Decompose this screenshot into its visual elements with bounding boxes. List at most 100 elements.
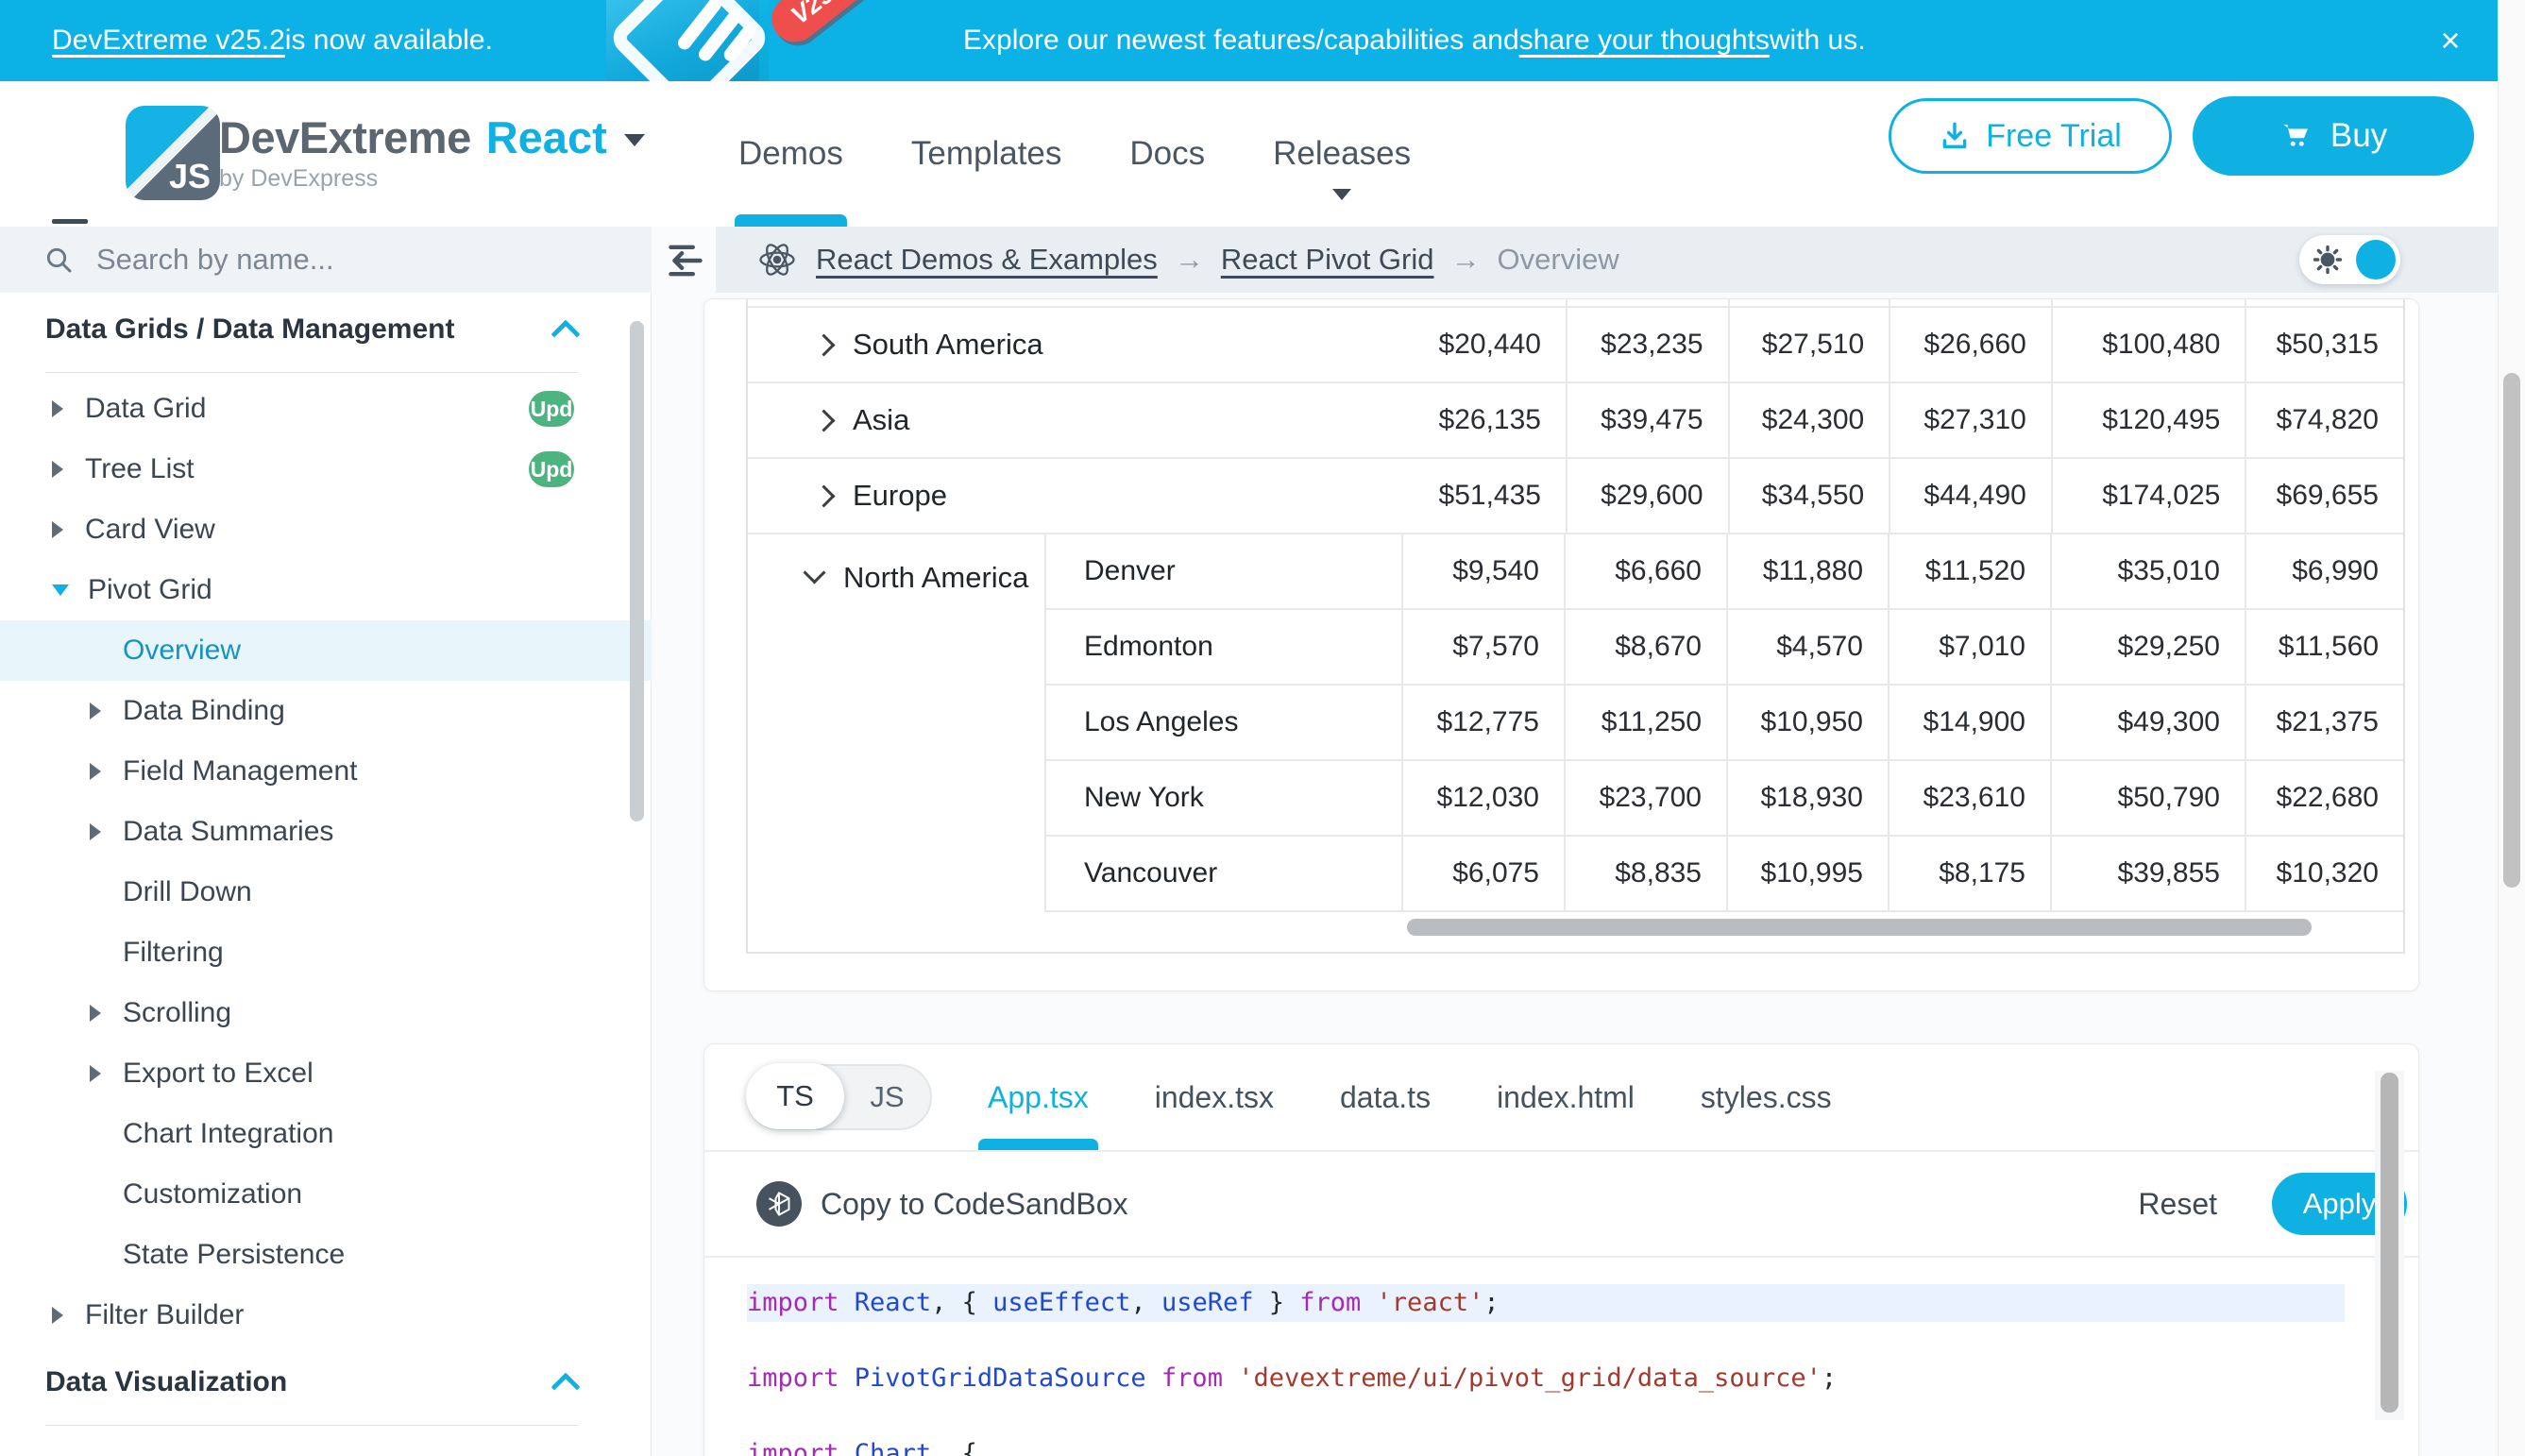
sidebar-scrollbar[interactable] [630, 321, 644, 821]
sidebar-group-header[interactable]: Data Visualization [0, 1346, 652, 1412]
banner-promo-post: with us. [1770, 25, 1866, 57]
sidebar-item-label: Field Management [123, 755, 357, 787]
sidebar-item-label: Export to Excel [123, 1058, 314, 1090]
pivot-value-spacer [1566, 299, 1728, 306]
chevron-right-icon[interactable] [812, 333, 835, 356]
code-editor[interactable]: import React, { useEffect, useRef } from… [704, 1258, 2418, 1456]
sidebar-item-card-view[interactable]: Card View [0, 499, 652, 560]
collapse-sidebar-icon[interactable] [665, 241, 706, 280]
sidebar-group-header[interactable]: Data Grids / Data Management [0, 293, 652, 359]
window-scrollbar-thumb[interactable] [2503, 373, 2520, 888]
code-tabbar: TS JS App.tsx index.tsx data.ts index.html s… [704, 1044, 2418, 1152]
code-panel-card: TS JS App.tsx index.tsx data.ts index.html s… [703, 1043, 2419, 1456]
sidebar-item-data-binding[interactable]: Data Binding [0, 681, 652, 741]
pivot-grid-demo-card: South America$20,440$23,235$27,510$26,66… [703, 298, 2419, 991]
active-nav-underline [735, 214, 847, 227]
code-token: import [747, 1439, 855, 1456]
banner-close-icon[interactable]: × [2429, 19, 2472, 62]
sidebar-item-scrolling[interactable]: Scrolling [0, 983, 652, 1043]
file-tab-App-tsx[interactable]: App.tsx [988, 1044, 1089, 1150]
breadcrumb-bar: React Demos & Examples→React Pivot Grid→… [716, 227, 2498, 293]
brand-subtitle: by DevExpress [219, 165, 645, 193]
nav-item-docs[interactable]: Docs [1129, 81, 1205, 227]
chevron-down-icon[interactable] [624, 134, 645, 146]
buy-button[interactable]: Buy [2193, 96, 2474, 176]
search-input[interactable] [94, 242, 551, 278]
app-header: JS DevExtreme React by DevExpress DemosT… [0, 81, 2498, 227]
sidebar-item-data-summaries[interactable]: Data Summaries [0, 802, 652, 862]
copy-to-codesandbox-label[interactable]: Copy to CodeSandBox [821, 1187, 1128, 1222]
file-tab-data-ts[interactable]: data.ts [1340, 1044, 1431, 1150]
chevron-down-icon[interactable] [803, 561, 825, 584]
pivot-region-cell[interactable]: Europe [748, 459, 1403, 533]
sidebar-item-label: Scrolling [123, 997, 231, 1029]
region-label: South America [853, 328, 1043, 362]
triangle-right-icon[interactable] [52, 1307, 63, 1324]
sidebar-item-pivot-grid[interactable]: Pivot Grid [0, 560, 652, 620]
pivot-region-cell[interactable]: South America [748, 308, 1403, 381]
js-toggle-option[interactable]: JS [844, 1080, 930, 1114]
sidebar-item-overview[interactable]: Overview [0, 620, 652, 681]
sidebar-item-customization[interactable]: Customization [0, 1164, 652, 1225]
triangle-right-icon[interactable] [90, 763, 101, 780]
nav-item-releases[interactable]: Releases [1273, 81, 1411, 227]
pivot-value-cell: $6,660 [1564, 534, 1726, 608]
breadcrumb-link[interactable]: React Pivot Grid [1221, 243, 1434, 277]
code-token: 'devextreme/ui/pivot_grid/data_source' [1238, 1363, 1822, 1393]
pivot-city-cell: Los Angeles [1046, 686, 1401, 759]
triangle-right-icon[interactable] [52, 461, 63, 478]
share-thoughts-link[interactable]: share your thoughts [1519, 25, 1770, 57]
triangle-right-icon[interactable] [90, 823, 101, 840]
triangle-right-icon[interactable] [90, 1065, 101, 1082]
triangle-right-icon[interactable] [90, 703, 101, 720]
code-token: ; [1483, 1288, 1499, 1317]
group-title: Data Grids / Data Management [45, 313, 454, 346]
sidebar-item-filter-builder[interactable]: Filter Builder [0, 1285, 652, 1346]
triangle-right-icon[interactable] [52, 400, 63, 417]
theme-toggle[interactable] [2299, 235, 2400, 284]
sidebar-item-chart-integration[interactable]: Chart Integration [0, 1104, 652, 1164]
sidebar-item-label: Tree List [85, 453, 195, 485]
sidebar-item-tree-list[interactable]: Tree ListUpd [0, 439, 652, 499]
free-trial-button[interactable]: Free Trial [1889, 98, 2172, 174]
file-tab-styles-css[interactable]: styles.css [1701, 1044, 1832, 1150]
framework-selector[interactable]: React [486, 111, 607, 163]
code-scrollbar-thumb[interactable] [2381, 1073, 2398, 1413]
sidebar-item-data-grid[interactable]: Data GridUpd [0, 379, 652, 439]
file-tab-index-tsx[interactable]: index.tsx [1155, 1044, 1274, 1150]
code-token: useEffect [992, 1288, 1130, 1317]
triangle-right-icon[interactable] [90, 1005, 101, 1022]
banner-promo-text: Explore our newest features/capabilities… [963, 0, 1866, 81]
nav-item-templates[interactable]: Templates [911, 81, 1062, 227]
sidebar-item-filtering[interactable]: Filtering [0, 923, 652, 983]
cart-icon [2279, 119, 2313, 153]
pivot-region-cell-expanded[interactable]: North America [748, 534, 1046, 912]
sidebar-item-label: Data Binding [123, 695, 285, 727]
region-label: North America [843, 561, 1028, 595]
pivot-region-cell[interactable]: Asia [748, 383, 1403, 457]
pivot-value-cell: $4,570 [1726, 610, 1888, 684]
codesandbox-icon[interactable] [756, 1181, 802, 1227]
sidebar-item-state-persistence[interactable]: State Persistence [0, 1225, 652, 1285]
window-scrollbar-track [2498, 0, 2525, 1456]
reset-button[interactable]: Reset [2138, 1187, 2217, 1222]
file-tab-index-html[interactable]: index.html [1497, 1044, 1635, 1150]
pivot-value-spacer [1889, 299, 2051, 306]
devextreme-js-logo[interactable]: JS [126, 106, 220, 200]
divider [45, 1425, 578, 1426]
triangle-down-icon[interactable] [52, 584, 69, 596]
triangle-right-icon[interactable] [52, 521, 63, 538]
ts-toggle-option[interactable]: TS [746, 1063, 844, 1129]
chevron-right-icon[interactable] [812, 409, 835, 432]
sun-icon [2312, 244, 2344, 276]
sidebar-item-export-to-excel[interactable]: Export to Excel [0, 1043, 652, 1104]
chevron-right-icon[interactable] [812, 484, 835, 507]
horizontal-scrollbar-thumb[interactable] [1407, 919, 2312, 936]
sidebar-item-field-management[interactable]: Field Management [0, 741, 652, 802]
nav-item-demos[interactable]: Demos [738, 81, 843, 227]
banner-release-link[interactable]: DevExtreme v25.2 [52, 25, 285, 57]
breadcrumb-link[interactable]: React Demos & Examples [816, 243, 1158, 277]
sidebar-item-label: Card View [85, 514, 215, 546]
language-toggle[interactable]: TS JS [746, 1064, 932, 1130]
sidebar-item-drill-down[interactable]: Drill Down [0, 862, 652, 923]
